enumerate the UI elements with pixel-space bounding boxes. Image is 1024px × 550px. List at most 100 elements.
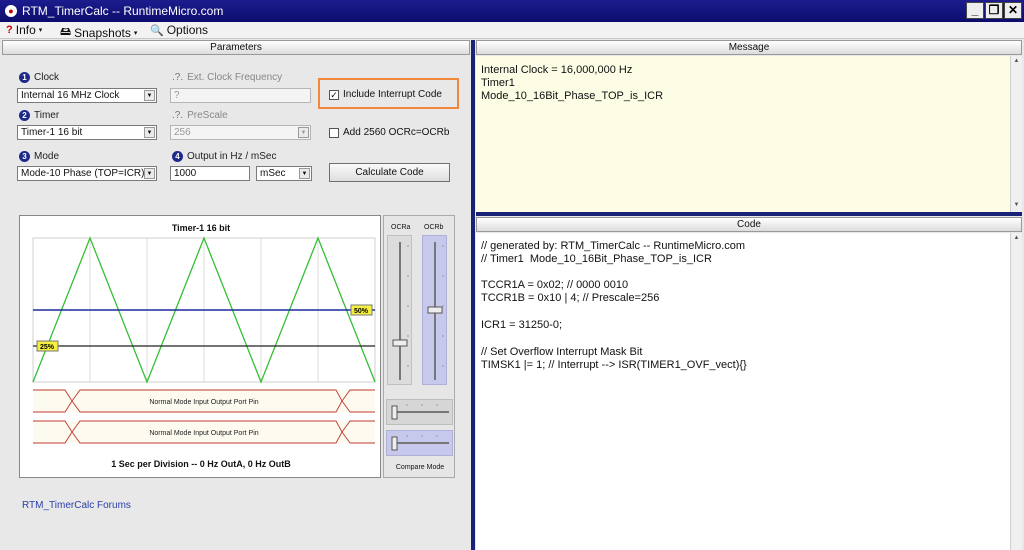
checkbox-unchecked-icon [329,127,339,138]
calculate-code-button[interactable]: Calculate Code [329,163,450,182]
menu-options-label: Options [166,23,209,37]
timing-chart: Timer-1 16 bit 50% 25% Normal Mode Input… [19,215,381,478]
output-label-text: Output in Hz / mSec [187,151,277,162]
code-line: ICR1 = 31250-0; [481,319,563,331]
chevron-down-icon: ▼ [144,127,155,138]
caret-down-icon: ▾ [133,29,138,37]
compare-mode-a-graphic [391,404,449,420]
code-header: Code [476,217,1022,232]
tag-high: 50% [354,308,369,315]
menu-options[interactable]: 🔍 Options [150,23,208,37]
ext-clock-prefix: .?. [172,72,184,83]
scroll-up-icon[interactable]: ▲ [1012,234,1021,243]
caret-down-icon: ▾ [38,27,43,34]
clock-select[interactable]: Internal 16 MHz Clock ▼ [17,88,157,103]
app-icon[interactable]: ● [5,5,17,17]
window-title: RTM_TimerCalc -- RuntimeMicro.com [22,4,224,18]
menu-info[interactable]: ? Info ▾ [6,23,42,37]
code-line: // Set Overflow Interrupt Mask Bit [481,346,643,358]
step-1-badge: 1 [19,72,30,83]
scroll-down-icon[interactable]: ▼ [1012,201,1021,210]
ocrb-slider-graphic [427,242,444,380]
prescale-value: 256 [174,127,191,138]
include-interrupt-checkbox[interactable]: ✓ Include Interrupt Code [329,89,442,100]
ocrb-slider[interactable] [422,235,447,385]
message-header: Message [476,40,1022,55]
message-line: Mode_10_16Bit_Phase_TOP_is_ICR [481,90,664,102]
code-line: // Timer1 Mode_10_16Bit_Phase_TOP_is_ICR [481,253,712,265]
prescale-select[interactable]: 256 ▼ [170,125,311,140]
minimize-button[interactable]: _ [966,2,984,19]
add2560-label: Add 2560 OCRc=OCRb [343,127,450,138]
chart-footer: 1 Sec per Division -- 0 Hz OutA, 0 Hz Ou… [111,459,291,469]
restore-button[interactable]: ❐ [985,2,1003,19]
signal-b-label: Normal Mode Input Output Port Pin [149,430,258,437]
compare-mode-b-graphic [391,435,449,451]
ocra-label: OCRa [391,224,411,231]
panel-separator[interactable] [471,40,475,550]
menu-bar: ? Info ▾ 🖴 Snapshots ▾ 🔍 Options [0,22,1024,40]
timer-value: Timer-1 16 bit [21,127,83,138]
ocra-slider[interactable] [387,235,412,385]
code-area[interactable]: // generated by: RTM_TimerCalc -- Runtim… [476,233,1010,550]
signal-a-label: Normal Mode Input Output Port Pin [149,399,258,406]
ext-clock-label-text: Ext. Clock Frequency [187,72,283,83]
code-line: // generated by: RTM_TimerCalc -- Runtim… [481,240,746,252]
chevron-down-icon: ▼ [298,127,309,138]
add2560-checkbox[interactable]: Add 2560 OCRc=OCRb [329,127,449,138]
ext-clock-input[interactable]: ? [170,88,311,103]
ext-clock-label: .?. Ext. Clock Frequency [172,72,282,83]
mode-label: 3 Mode [19,151,59,162]
step-2-badge: 2 [19,110,30,121]
timer-label: 2 Timer [19,110,59,121]
tag-low: 25% [40,344,55,351]
include-interrupt-label: Include Interrupt Code [343,89,442,100]
output-input[interactable]: 1000 [170,166,250,181]
step-4-badge: 4 [172,151,183,162]
timing-chart-svg: 50% 25% Normal Mode Input Output Port Pi… [32,236,376,444]
mode-value: Mode-10 Phase (TOP=ICR) [21,168,145,179]
ocrb-label: OCRb [424,224,444,231]
help-icon: ? [6,24,13,36]
clock-label: 1 Clock [19,72,59,83]
code-line: TCCR1B = 0x10 | 4; // Prescale=256 [481,292,660,304]
chevron-down-icon: ▼ [144,90,155,101]
step-3-badge: 3 [19,151,30,162]
message-line: Timer1 [481,77,515,89]
magnifier-icon: 🔍 [150,24,164,37]
code-line: TCCR1A = 0x02; // 0000 0010 [481,279,629,291]
code-line: TIMSK1 |= 1; // Interrupt --> ISR(TIMER1… [481,359,747,371]
mode-label-text: Mode [34,151,60,162]
timer-select[interactable]: Timer-1 16 bit ▼ [17,125,157,140]
menu-info-label: Info [15,23,36,37]
clock-label-text: Clock [34,72,60,83]
title-bar: ● RTM_TimerCalc -- RuntimeMicro.com _ ❐ … [0,0,1024,22]
clock-value: Internal 16 MHz Clock [21,90,120,101]
compare-mode-b-slider[interactable] [386,430,453,456]
parameters-header: Parameters [2,40,470,55]
close-button[interactable]: ✕ [1004,2,1022,19]
horizontal-separator[interactable] [476,212,1022,216]
compare-mode-label: Compare Mode [395,464,445,471]
timer-label-text: Timer [34,110,60,121]
message-scrollbar[interactable]: ▲ ▼ [1010,56,1022,212]
forums-link[interactable]: RTM_TimerCalc Forums [22,500,131,511]
mode-select[interactable]: Mode-10 Phase (TOP=ICR) ▼ [17,166,157,181]
compare-mode-a-slider[interactable] [386,399,453,425]
output-label: 4 Output in Hz / mSec [172,151,276,162]
prescale-prefix: .?. [172,110,184,121]
output-unit-value: mSec [260,168,286,179]
menu-snapshots-label: Snapshots [74,25,131,40]
output-unit-select[interactable]: mSec ▼ [256,166,312,181]
prescale-label-text: PreScale [187,110,228,121]
message-line: Internal Clock = 16,000,000 Hz [481,64,633,76]
chevron-down-icon: ▼ [144,168,155,179]
ocr-slider-group: OCRa OCRb Compare Mode [383,215,455,478]
message-area: Internal Clock = 16,000,000 Hz Timer1 Mo… [476,56,1010,212]
prescale-label: .?. PreScale [172,110,228,121]
chevron-down-icon: ▼ [299,168,310,179]
ocra-slider-graphic [392,242,409,380]
checkbox-checked-icon: ✓ [329,89,339,100]
scroll-up-icon[interactable]: ▲ [1012,57,1021,66]
code-scrollbar[interactable]: ▲ [1010,233,1022,550]
